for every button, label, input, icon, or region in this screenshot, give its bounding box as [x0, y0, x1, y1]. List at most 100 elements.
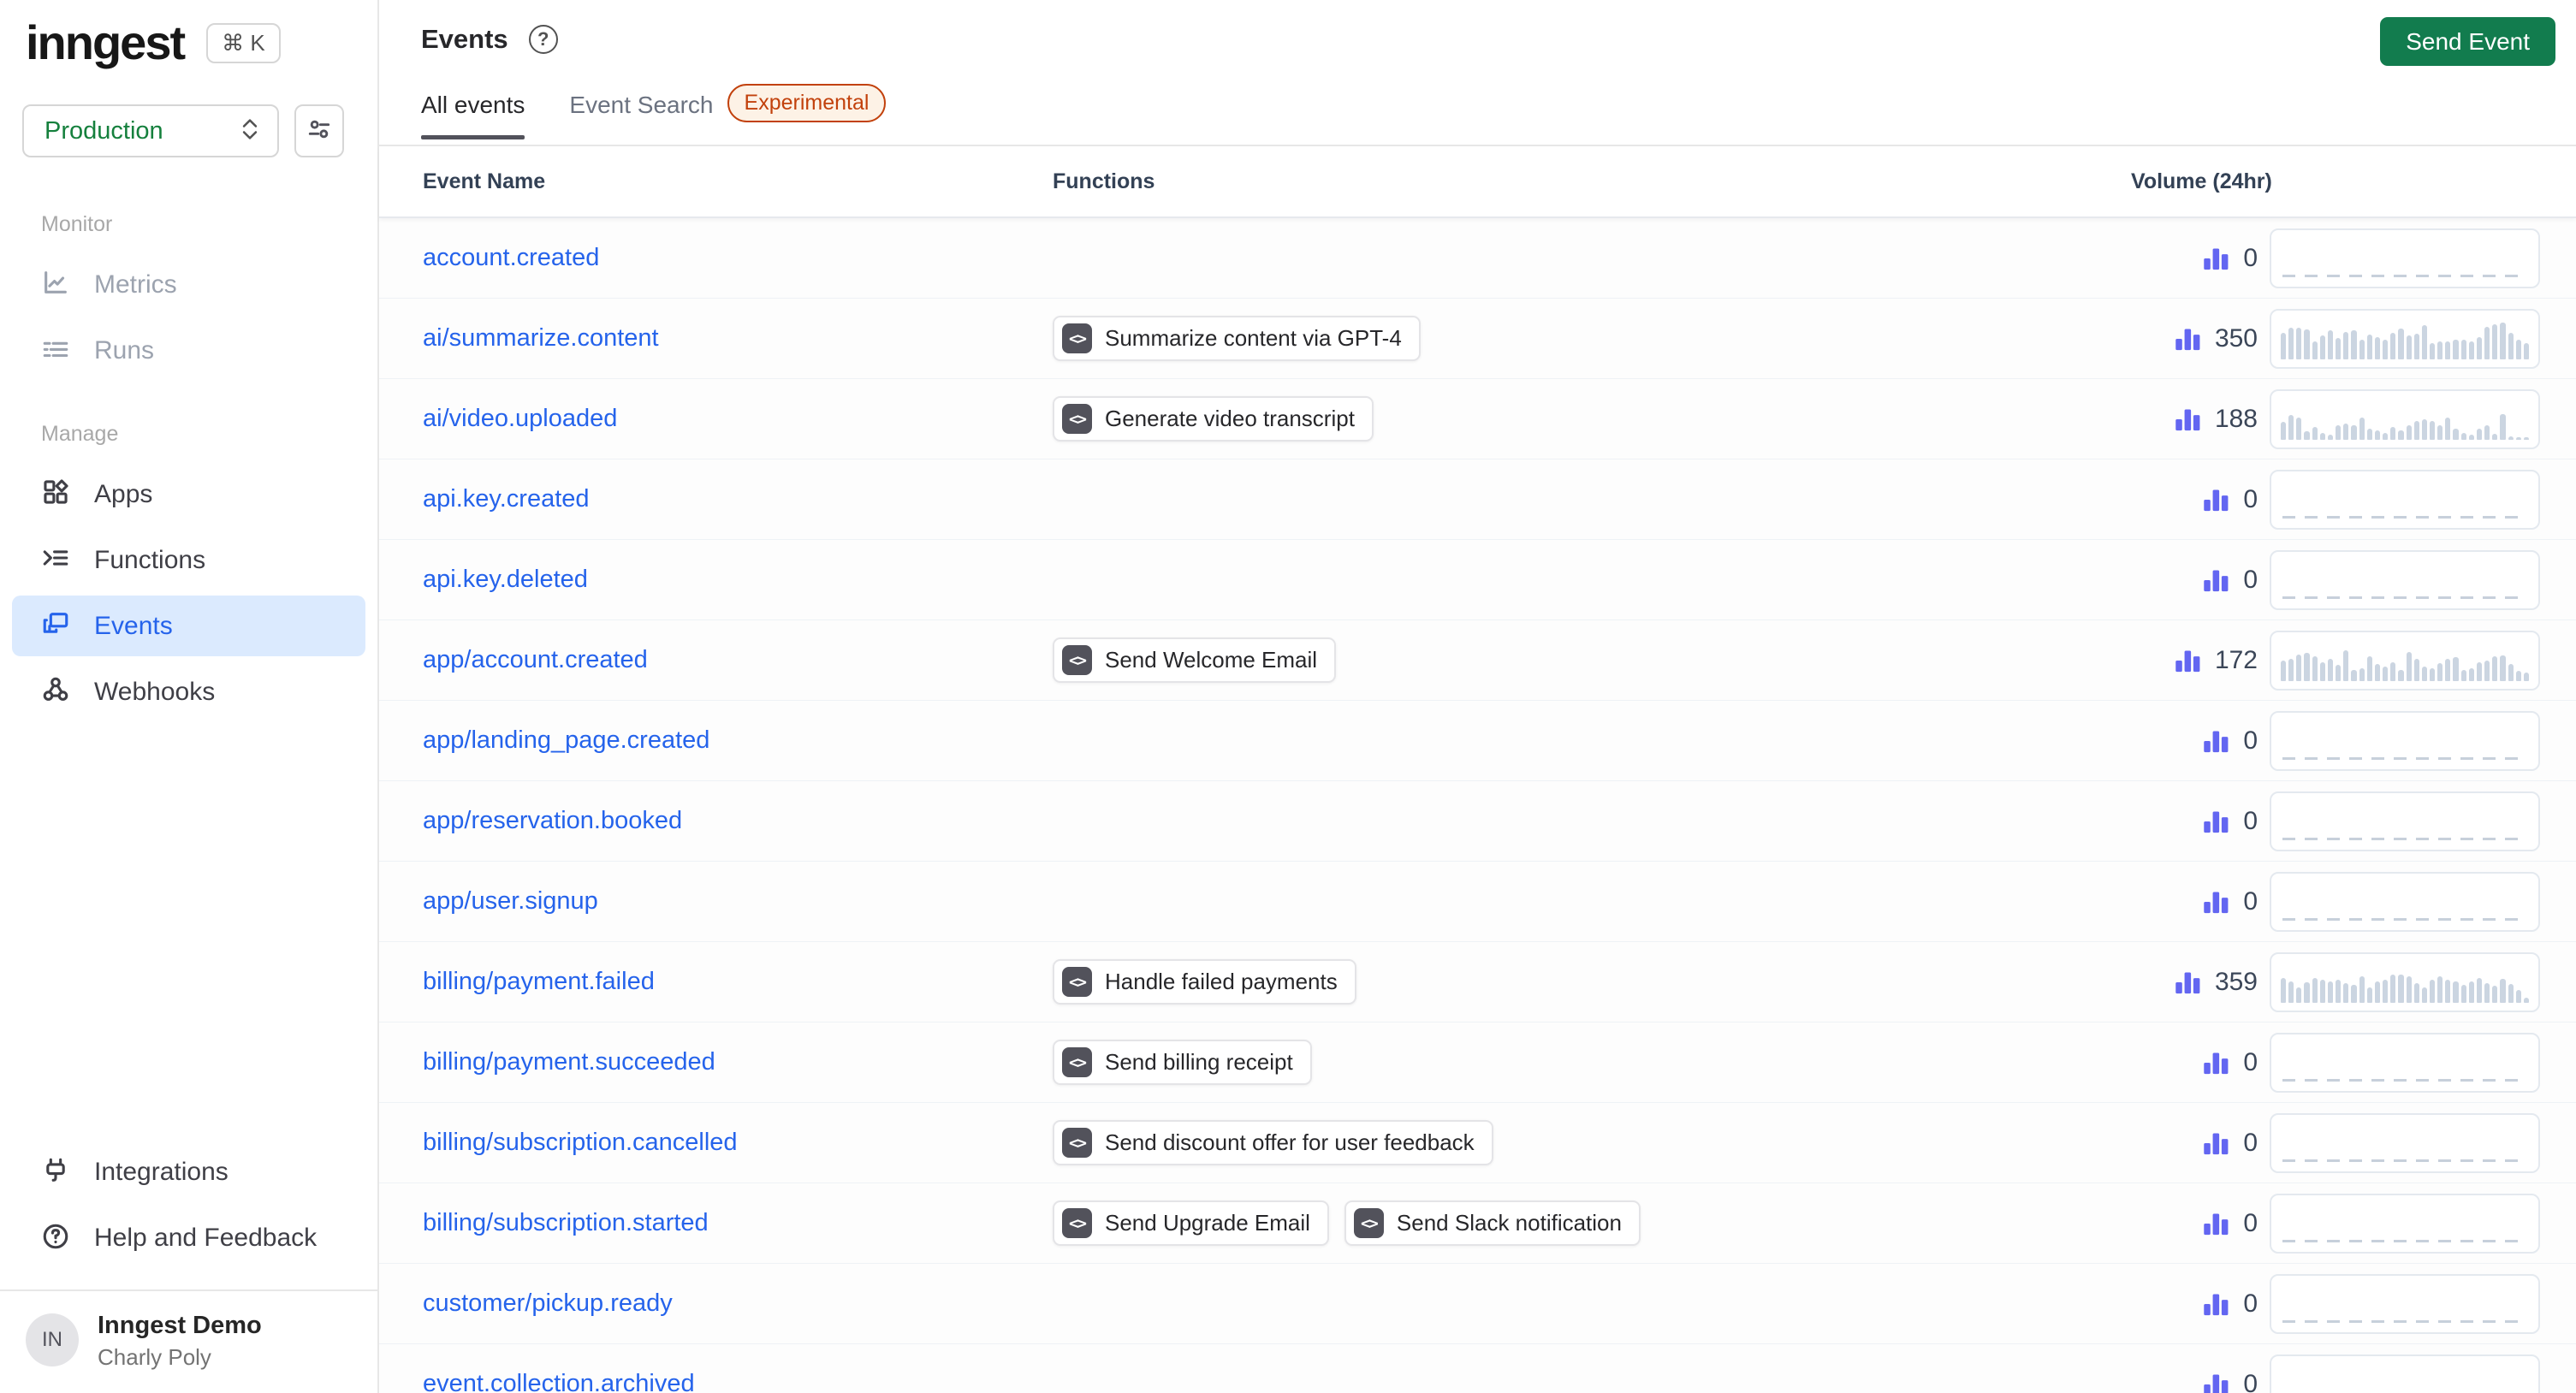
- volume-cell: 0: [2131, 1193, 2576, 1254]
- sparkline-bar: [2374, 336, 2381, 359]
- sparkline-bars: [2281, 317, 2529, 359]
- sparkline-bar: [2281, 421, 2287, 440]
- sidebar-item-integrations[interactable]: Integrations: [12, 1142, 365, 1203]
- sparkline-bar: [2421, 666, 2427, 681]
- sparkline-bar: [2359, 667, 2365, 681]
- sparkline-bar: [2336, 424, 2342, 440]
- event-name-link[interactable]: billing/subscription.started: [423, 1209, 709, 1236]
- sparkline-zero-line: [2282, 1078, 2527, 1082]
- sparkline-bar: [2366, 655, 2372, 681]
- help-icon[interactable]: ?: [528, 25, 558, 54]
- volume-cell: 0: [2131, 228, 2576, 288]
- section-label-monitor: Monitor: [41, 212, 113, 236]
- bar-chart-icon: [2204, 1294, 2229, 1315]
- send-event-button[interactable]: Send Event: [2380, 17, 2555, 66]
- function-badge[interactable]: <> Send Upgrade Email: [1053, 1200, 1329, 1246]
- volume-cell: 350: [2131, 308, 2576, 369]
- sparkline-bar: [2453, 339, 2459, 359]
- volume-count: 0: [2243, 806, 2258, 835]
- event-name-link[interactable]: app/user.signup: [423, 887, 598, 915]
- sidebar-item-runs[interactable]: Runs: [12, 320, 365, 381]
- sparkline-bar: [2468, 434, 2474, 440]
- event-name-link[interactable]: account.created: [423, 244, 599, 271]
- sparkline-bar: [2492, 985, 2498, 1003]
- event-name-link[interactable]: app/landing_page.created: [423, 726, 709, 754]
- sidebar-item-functions[interactable]: Functions: [12, 530, 365, 590]
- function-badge[interactable]: <> Send discount offer for user feedback: [1053, 1120, 1493, 1165]
- table-row: app/landing_page.created 0: [379, 701, 2576, 781]
- volume-count: 350: [2214, 323, 2258, 353]
- event-name-link[interactable]: ai/summarize.content: [423, 324, 659, 352]
- sparkline-bar: [2336, 337, 2342, 359]
- table-row: app/reservation.booked 0: [379, 781, 2576, 862]
- volume-count: 0: [2243, 1289, 2258, 1318]
- command-k-shortcut[interactable]: ⌘ K: [206, 22, 281, 63]
- function-badge[interactable]: <> Summarize content via GPT-4: [1053, 316, 1421, 361]
- event-name-link[interactable]: api.key.deleted: [423, 566, 588, 593]
- table-row: app/account.created <> Send Welcome Email 1…: [379, 620, 2576, 701]
- event-name-link[interactable]: app/account.created: [423, 646, 648, 673]
- event-name-link[interactable]: billing/subscription.cancelled: [423, 1129, 738, 1156]
- tab-event-search[interactable]: Event Search Experimental: [569, 84, 887, 145]
- sparkline-zero-line: [2282, 515, 2527, 519]
- sparkline-bar: [2453, 981, 2459, 1003]
- apps-grid-icon: [41, 477, 70, 511]
- event-name-link[interactable]: app/reservation.booked: [423, 807, 682, 834]
- user-menu[interactable]: IN Inngest Demo Charly Poly: [0, 1289, 377, 1393]
- event-name-link[interactable]: billing/payment.failed: [423, 968, 655, 995]
- sparkline-bar: [2515, 670, 2521, 681]
- sidebar-item-webhooks[interactable]: Webhooks: [12, 661, 365, 722]
- event-name-link[interactable]: billing/payment.succeeded: [423, 1048, 715, 1076]
- sidebar-item-apps[interactable]: Apps: [12, 464, 365, 525]
- function-badge[interactable]: <> Generate video transcript: [1053, 396, 1374, 442]
- event-name-link[interactable]: event.collection.archived: [423, 1370, 695, 1393]
- sparkline-bar: [2508, 983, 2514, 1003]
- volume-cell: 0: [2131, 1032, 2576, 1093]
- event-name-link[interactable]: api.key.created: [423, 485, 590, 513]
- sidebar: inngest ⌘ K Production Monitor Metrics R…: [0, 0, 379, 1393]
- volume-count-group: 0: [2131, 565, 2258, 596]
- sparkline-bar: [2508, 663, 2514, 681]
- function-badge-label: Send billing receipt: [1105, 1049, 1293, 1075]
- sidebar-item-events[interactable]: Events: [12, 596, 365, 656]
- table-header: Event Name Functions Volume (24hr): [379, 146, 2576, 218]
- sparkline-bar: [2468, 981, 2474, 1003]
- environment-filter-button[interactable]: [294, 104, 344, 157]
- sparkline-bar: [2383, 979, 2389, 1003]
- tab-all-events[interactable]: All events: [421, 92, 525, 139]
- sparkline-bars: [2281, 638, 2529, 681]
- sidebar-item-metrics[interactable]: Metrics: [12, 254, 365, 315]
- environment-label: Production: [45, 116, 163, 145]
- sparkline-bar: [2421, 418, 2427, 440]
- volume-cell: 0: [2131, 1354, 2576, 1393]
- sparkline-zero-line: [2282, 1239, 2527, 1242]
- main-content: Events ? Send Event All events Event Sea…: [379, 0, 2576, 1393]
- function-badge[interactable]: <> Handle failed payments: [1053, 959, 1356, 1005]
- volume-count: 0: [2243, 886, 2258, 916]
- function-badge-label: Send discount offer for user feedback: [1105, 1129, 1475, 1155]
- sparkline-bar: [2383, 432, 2389, 440]
- sparkline-bar: [2319, 979, 2325, 1003]
- event-name-cell: app/reservation.booked: [379, 807, 1053, 835]
- environment-select[interactable]: Production: [22, 104, 279, 157]
- sparkline-bar: [2492, 655, 2498, 681]
- sparkline-bar: [2460, 432, 2466, 440]
- sidebar-item-help-feedback[interactable]: Help and Feedback: [12, 1208, 365, 1269]
- event-name-link[interactable]: customer/pickup.ready: [423, 1289, 673, 1317]
- event-name-cell: billing/payment.failed: [379, 968, 1053, 996]
- event-name-cell: billing/payment.succeeded: [379, 1048, 1053, 1076]
- functions-cell: <> Handle failed payments: [1053, 959, 2131, 1005]
- event-name-cell: billing/subscription.started: [379, 1209, 1053, 1237]
- volume-sparkline: [2270, 630, 2540, 691]
- sparkline-bar: [2327, 981, 2334, 1003]
- function-badge[interactable]: <> Send billing receipt: [1053, 1040, 1312, 1085]
- sparkline-bar: [2429, 667, 2436, 681]
- event-name-link[interactable]: ai/video.uploaded: [423, 405, 617, 432]
- table-row: billing/subscription.started <> Send Upgra…: [379, 1183, 2576, 1264]
- bar-chart-icon: [2175, 972, 2200, 993]
- function-badge[interactable]: <> Send Slack notification: [1344, 1200, 1641, 1246]
- sparkline-bar: [2366, 334, 2372, 359]
- sparkline-bar: [2492, 323, 2498, 359]
- function-badge[interactable]: <> Send Welcome Email: [1053, 637, 1337, 683]
- sparkline-bar: [2383, 666, 2389, 681]
